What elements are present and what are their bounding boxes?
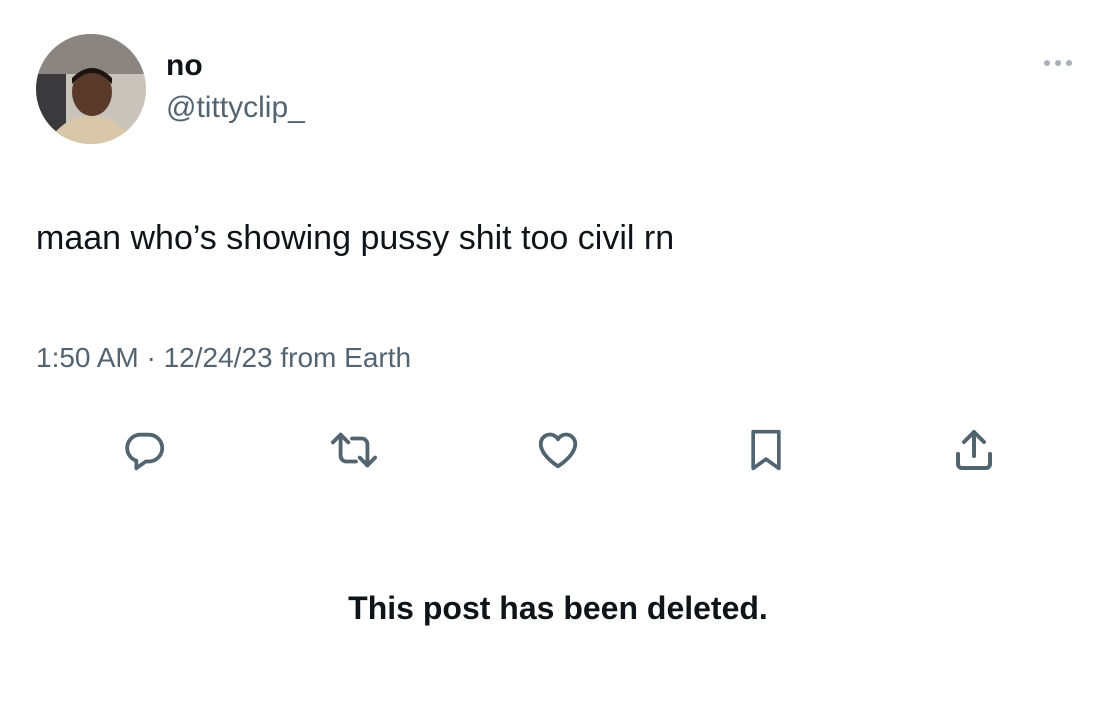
retweet-icon[interactable]: [326, 422, 382, 478]
avatar-photo-icon: [36, 34, 146, 144]
avatar[interactable]: [36, 34, 146, 144]
share-icon[interactable]: [946, 422, 1002, 478]
display-name[interactable]: no: [166, 48, 203, 84]
heart-icon[interactable]: [530, 422, 586, 478]
username-handle[interactable]: @tittyclip_: [166, 90, 305, 126]
reply-icon[interactable]: [116, 422, 172, 478]
tweet-text: maan who’s showing pussy shit too civil …: [36, 219, 675, 257]
deleted-notice: This post has been deleted.: [348, 590, 768, 626]
more-options-icon[interactable]: [1032, 54, 1084, 72]
tweet-timestamp[interactable]: 1:50 AM · 12/24/23 from Earth: [36, 340, 411, 376]
bookmark-icon[interactable]: [738, 422, 794, 478]
